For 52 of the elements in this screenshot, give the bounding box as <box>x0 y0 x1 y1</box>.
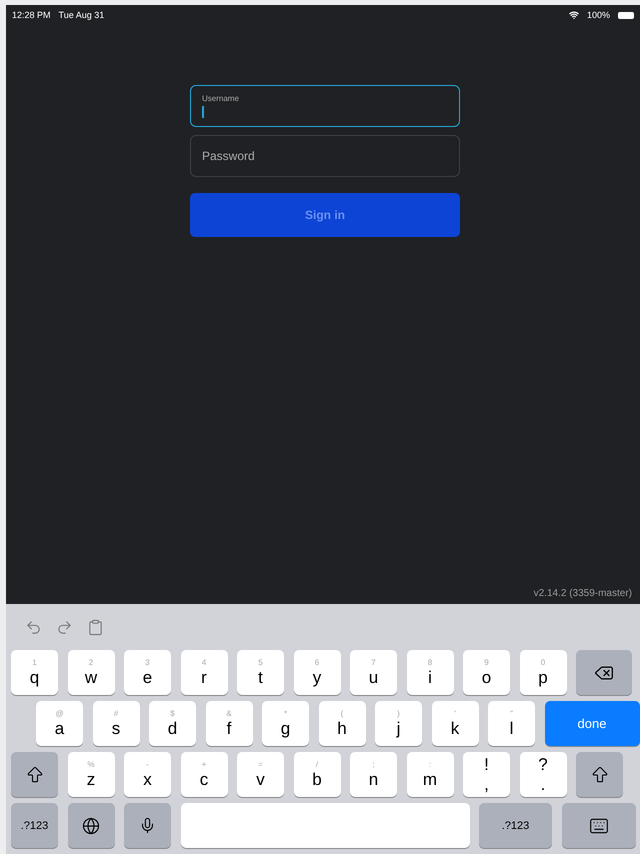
keyboard-key[interactable]: / b <box>294 752 340 797</box>
version-label: v2.14.2 (3359-master) <box>534 588 633 601</box>
keyboard-key[interactable]: ) j <box>375 701 422 746</box>
delete-key[interactable] <box>576 650 632 695</box>
hide-keyboard-key[interactable] <box>562 803 636 848</box>
keyboard-key[interactable]: * g <box>262 701 309 746</box>
keyboard-key[interactable]: ' k <box>432 701 478 746</box>
dictation-key[interactable] <box>124 803 171 848</box>
numbers-key[interactable]: .?123 <box>479 803 552 848</box>
status-date: Tue Aug 31 <box>58 10 104 20</box>
keyboard-key[interactable]: 4 r <box>180 650 228 695</box>
status-time: 12:28 PM <box>12 10 51 20</box>
keyboard-key[interactable]: ? . <box>520 752 566 797</box>
done-key[interactable]: done <box>544 701 640 746</box>
keyboard-key[interactable]: 9 o <box>463 650 510 695</box>
keyboard-key[interactable]: & f <box>206 701 252 746</box>
undo-icon[interactable] <box>25 618 42 636</box>
keyboard-key[interactable]: @ a <box>36 701 83 746</box>
keyboard-key[interactable]: : m <box>406 752 454 797</box>
battery-icon <box>618 12 634 18</box>
microphone-icon <box>139 817 156 834</box>
keyboard-key[interactable]: 6 y <box>294 650 340 695</box>
keyboard-key[interactable]: 5 t <box>237 650 284 695</box>
keyboard-key[interactable]: 1 q <box>11 650 58 695</box>
keyboard-key[interactable]: 8 i <box>406 650 454 695</box>
keyboard-key[interactable]: ! , <box>463 752 510 797</box>
keyboard-key[interactable]: # s <box>92 701 140 746</box>
numbers-key[interactable]: .?123 <box>11 803 58 848</box>
keyboard-key[interactable]: ; n <box>350 752 397 797</box>
paste-icon[interactable] <box>87 618 104 636</box>
keyboard-key[interactable]: % z <box>68 752 114 797</box>
shift-key[interactable] <box>576 752 623 797</box>
keyboard-key[interactable]: ( h <box>318 701 366 746</box>
globe-icon <box>82 816 100 834</box>
keyboard-key[interactable]: + c <box>180 752 228 797</box>
battery-percentage: 100% <box>586 10 610 20</box>
keyboard-key[interactable]: " l <box>488 701 535 746</box>
keyboard-key[interactable]: $ d <box>149 701 196 746</box>
shift-icon <box>24 764 44 784</box>
shift-icon <box>590 764 610 784</box>
shift-key[interactable] <box>11 752 58 797</box>
keyboard-key[interactable]: = v <box>237 752 284 797</box>
password-field[interactable]: Password <box>190 135 460 177</box>
globe-key[interactable] <box>68 803 114 848</box>
username-field[interactable]: Username <box>190 85 460 127</box>
keyboard-key[interactable]: 3 e <box>124 650 171 695</box>
keyboard-key[interactable]: 0 p <box>520 650 566 695</box>
keyboard-key[interactable]: - x <box>124 752 171 797</box>
redo-icon[interactable] <box>56 618 73 636</box>
keyboard-key[interactable]: 2 w <box>68 650 114 695</box>
wifi-icon <box>568 10 579 20</box>
keyboard-key[interactable]: 7 u <box>350 650 397 695</box>
